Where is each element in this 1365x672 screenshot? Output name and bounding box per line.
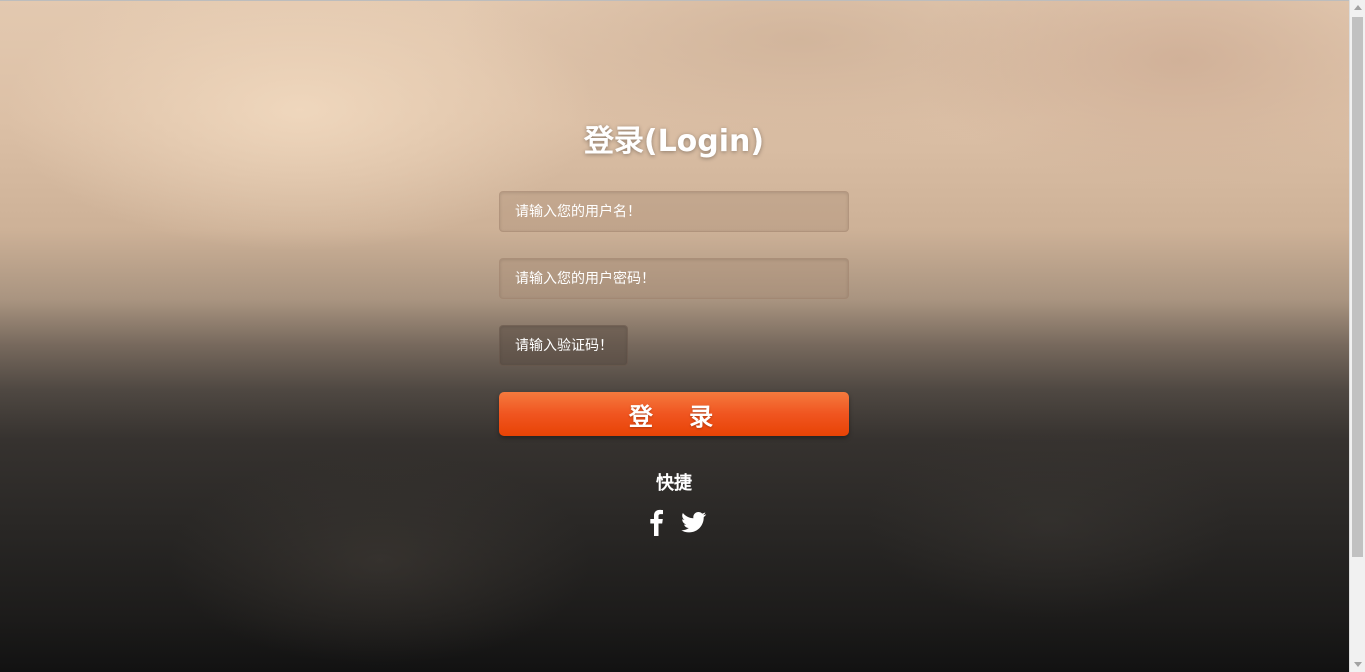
window-top-border	[0, 0, 1349, 1]
scroll-up-arrow-icon[interactable]	[1354, 5, 1362, 10]
login-button[interactable]: 登 录	[499, 392, 849, 436]
password-input[interactable]	[499, 258, 849, 299]
scroll-thumb[interactable]	[1352, 17, 1363, 557]
blurred-background	[0, 0, 1349, 672]
twitter-icon	[681, 512, 707, 533]
facebook-icon	[650, 509, 663, 536]
username-input[interactable]	[499, 191, 849, 232]
captcha-input[interactable]	[499, 325, 628, 366]
facebook-link[interactable]	[646, 507, 666, 537]
vertical-scrollbar[interactable]	[1349, 0, 1365, 672]
page-title: 登录(Login)	[583, 124, 765, 159]
login-page: 登录(Login) 登 录 快捷	[0, 0, 1365, 672]
twitter-link[interactable]	[678, 507, 708, 537]
scroll-down-arrow-icon[interactable]	[1354, 662, 1362, 667]
shortcut-label: 快捷	[656, 473, 692, 494]
